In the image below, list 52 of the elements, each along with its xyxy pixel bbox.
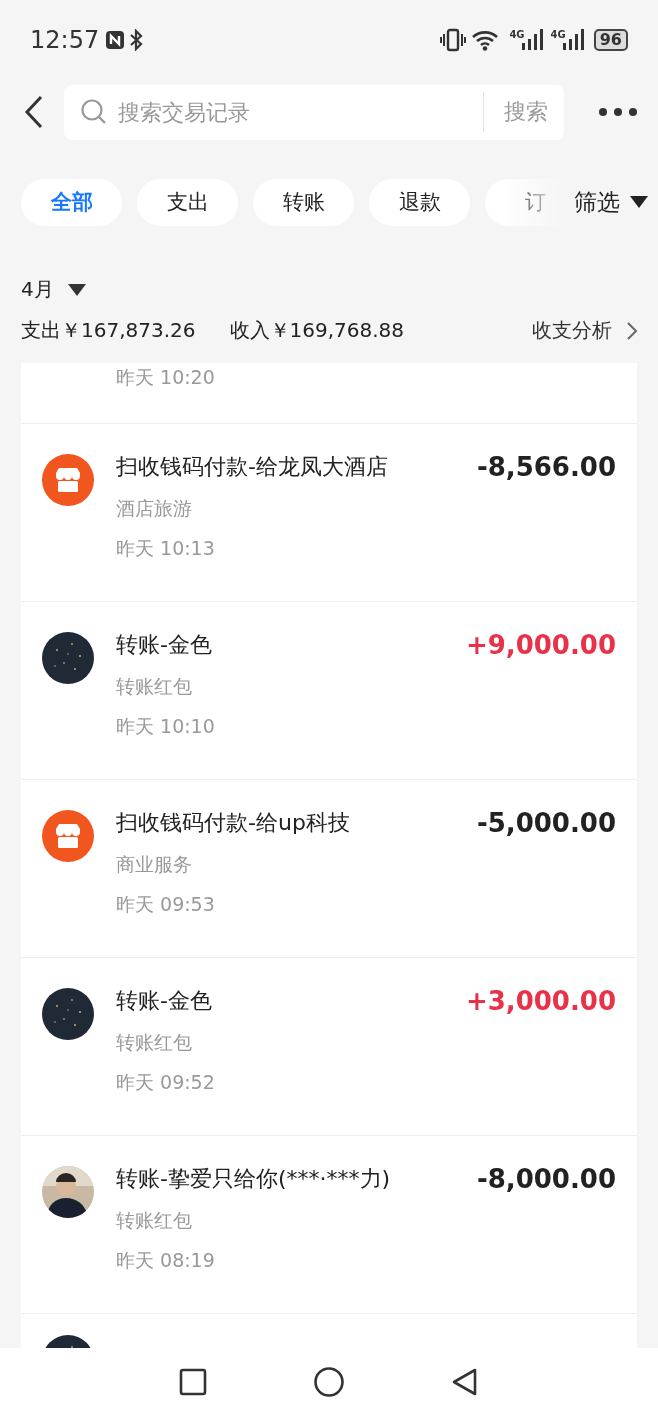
transaction-time: 昨天 10:13 bbox=[116, 536, 215, 561]
transaction-category: 转账红包 bbox=[116, 674, 192, 699]
transaction-title: 扫收钱码付款-给龙凤大酒店 bbox=[116, 453, 388, 481]
transaction-category: 商业服务 bbox=[116, 852, 192, 877]
store-icon bbox=[42, 810, 94, 862]
transaction-row[interactable]: 扫收钱码付款-给龙凤大酒店 -8,566.00 酒店旅游 昨天 10:13 bbox=[21, 423, 637, 601]
filter-tab[interactable]: 转账 bbox=[253, 178, 354, 226]
store-icon bbox=[42, 454, 94, 506]
caret-icon bbox=[630, 196, 648, 208]
transaction-time: 昨天 09:52 bbox=[116, 1070, 215, 1095]
bluetooth-icon bbox=[129, 29, 144, 51]
home-icon[interactable] bbox=[313, 1366, 345, 1398]
transaction-row[interactable]: 转账-挚爱只给你(***·***力) -8,000.00 转账红包 昨天 08:19 bbox=[21, 1135, 637, 1313]
status-time: 12:57 bbox=[30, 26, 100, 54]
transaction-amount: +3,000.00 bbox=[465, 986, 616, 1016]
transaction-time: 昨天 10:20 bbox=[116, 365, 215, 390]
filter-tab[interactable]: 退款 bbox=[369, 178, 470, 226]
battery-indicator: 96 bbox=[593, 29, 628, 51]
search-icon bbox=[80, 98, 108, 126]
transaction-time: 昨天 08:19 bbox=[116, 1248, 215, 1273]
transaction-amount: -8,000.00 bbox=[476, 1164, 616, 1194]
back-nav-icon[interactable] bbox=[451, 1367, 479, 1397]
month-selector[interactable]: 4月 bbox=[21, 276, 86, 303]
network-label: 4G bbox=[550, 29, 566, 40]
expense-total: 支出￥167,873.26 bbox=[21, 317, 196, 344]
caret-icon bbox=[67, 283, 86, 296]
nfc-icon bbox=[105, 30, 126, 50]
transaction-title: 转账-金色 bbox=[116, 987, 212, 1015]
network-label: 4G bbox=[509, 29, 525, 40]
transaction-title: 扫收钱码付款-给up科技 bbox=[116, 809, 350, 837]
transaction-category: 转账红包 bbox=[116, 1030, 192, 1055]
transaction-row[interactable]: 转账-金色 +9,000.00 转账红包 昨天 10:10 bbox=[21, 601, 637, 779]
transaction-amount: -8,566.00 bbox=[476, 452, 616, 482]
transaction-amount: +9,000.00 bbox=[465, 630, 616, 660]
filter-tab[interactable]: 支出 bbox=[137, 178, 238, 226]
transaction-time: 昨天 10:10 bbox=[116, 714, 215, 739]
analysis-link[interactable]: 收支分析 bbox=[532, 317, 638, 344]
income-total: 收入￥169,768.88 bbox=[229, 317, 405, 344]
more-icon[interactable] bbox=[598, 107, 638, 117]
transaction-row[interactable]: 转账-金色 +3,000.00 转账红包 昨天 09:52 bbox=[21, 957, 637, 1135]
vibrate-icon bbox=[439, 28, 468, 52]
transaction-category: 转账红包 bbox=[116, 1208, 192, 1233]
transaction-row[interactable]: 扫收钱码付款-给up科技 -5,000.00 商业服务 昨天 09:53 bbox=[21, 779, 637, 957]
filter-tab[interactable]: 全部 bbox=[21, 178, 122, 226]
recent-apps-icon[interactable] bbox=[179, 1368, 207, 1396]
chevron-icon bbox=[626, 320, 638, 341]
transaction-category: 酒店旅游 bbox=[116, 496, 192, 521]
filter-button[interactable]: 筛选 bbox=[566, 186, 648, 218]
transaction-title: 转账-金色 bbox=[116, 631, 212, 659]
transaction-title: 转账-挚爱只给你(***·***力) bbox=[116, 1165, 391, 1193]
transaction-time: 昨天 09:53 bbox=[116, 892, 215, 917]
transaction-amount: -5,000.00 bbox=[476, 808, 616, 838]
